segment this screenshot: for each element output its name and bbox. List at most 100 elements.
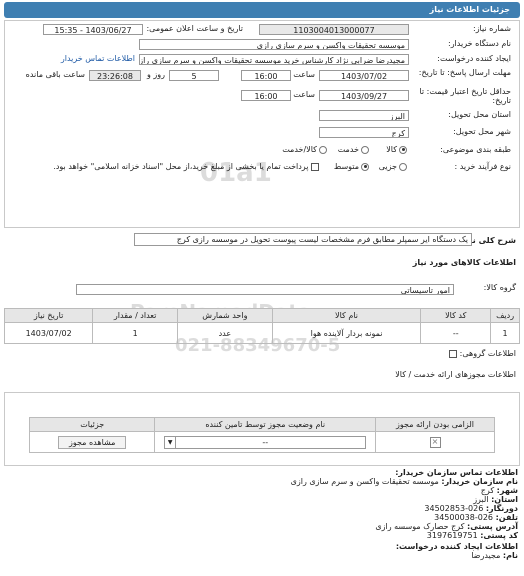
validity-time-field: 16:00 — [241, 90, 291, 101]
deadline-date-field: 1403/07/02 — [319, 70, 409, 81]
validity-label: حداقل تاریخ اعتبار قیمت: تا تاریخ: — [419, 87, 511, 105]
category-service-label: خدمت — [337, 145, 359, 154]
cell-required: × — [375, 431, 495, 453]
province-field: البرز — [319, 110, 409, 121]
category-goods-option[interactable]: کالا — [386, 144, 407, 156]
goods-table: ردیف کد کالا نام کالا واحد شمارش تعداد /… — [3, 308, 520, 344]
creator-contact-title: اطلاعات ایجاد کننده درخواست: — [395, 542, 518, 551]
buyer-contact-link[interactable]: اطلاعات تماس خریدار — [61, 53, 135, 65]
category-both-option[interactable]: کالا/خدمت — [282, 144, 327, 156]
view-permit-button[interactable]: مشاهده مجوز — [57, 435, 127, 449]
contact-province-value: البرز — [473, 495, 489, 504]
group-info-option[interactable]: اطلاعات گروهی: — [449, 348, 516, 360]
permits-section-title: اطلاعات مجوزهای ارائه خدمت / کالا — [395, 370, 516, 379]
permits-table-header: الزامی بودن ارائه مجوز نام وضعیت مجوز تو… — [28, 417, 495, 432]
deadline-label: مهلت ارسال پاسخ: تا تاریخ: — [418, 68, 511, 77]
checkbox-icon[interactable] — [449, 349, 458, 358]
chevron-down-icon[interactable]: ▼ — [165, 436, 177, 448]
permit-status-select[interactable]: -- ▼ — [164, 435, 367, 449]
permits-panel: الزامی بودن ارائه مجوز نام وضعیت مجوز تو… — [4, 392, 520, 466]
radio-icon[interactable] — [361, 145, 369, 154]
contact-province: استان: البرز — [473, 495, 518, 504]
page-header: جزئیات اطلاعات نیاز — [4, 2, 520, 18]
contact-address-label: آدرس پستی: — [467, 522, 518, 531]
announce-label: تاریخ و ساعت اعلان عمومی: — [146, 24, 243, 33]
buyer-contact-title: اطلاعات تماس سازمان خریدار: — [395, 468, 518, 477]
table-row: 1 -- نمونه بردار آلاینده هوا عدد 1 1403/… — [3, 322, 520, 344]
contact-org-label: نام سازمان خریدار: — [441, 477, 518, 486]
time-remaining-label: ساعت باقی مانده — [25, 70, 85, 79]
page: 01a1 ParsNamadData 021-88349670-5 جزئیات… — [0, 0, 524, 576]
cell-name: نمونه بردار آلاینده هوا — [271, 322, 422, 344]
announce-field: 1403/06/27 - 15:35 — [43, 24, 143, 35]
permit-status-value: -- — [262, 437, 269, 447]
cell-details: مشاهده مجوز — [28, 431, 156, 453]
deadline-time-label: ساعت — [293, 70, 315, 79]
contact-postal-value: 3197619751 — [426, 531, 478, 540]
contact-org: نام سازمان خریدار: موسسه تحقیقات واکسن و… — [291, 477, 518, 486]
permits-table: الزامی بودن ارائه مجوز نام وضعیت مجوز تو… — [28, 417, 495, 453]
col-required: الزامی بودن ارائه مجوز — [375, 417, 495, 432]
process-label: نوع فرآیند خرید : — [454, 162, 511, 171]
creator-name-label: نام: — [502, 551, 518, 560]
col-details: جزئیات — [28, 417, 156, 432]
contact-phone-value: 026-34500038 — [434, 513, 494, 522]
checkbox-icon[interactable] — [311, 162, 319, 171]
group-info-label: اطلاعات گروهی: — [459, 349, 516, 358]
validity-date-field: 1403/09/27 — [319, 90, 409, 101]
contact-fax-value: 026-34502853 — [424, 504, 484, 513]
goods-table-header: ردیف کد کالا نام کالا واحد شمارش تعداد /… — [3, 308, 520, 323]
radio-selected-icon[interactable] — [399, 145, 407, 154]
col-date: تاریخ نیاز — [3, 308, 94, 323]
contact-address-value: کرج حصارک موسسه رازی — [375, 522, 465, 531]
contact-phone-label: تلفن: — [495, 513, 518, 522]
process-medium-option[interactable]: متوسط — [334, 161, 369, 173]
contact-city-label: شهر: — [496, 486, 518, 495]
col-name: نام کالا — [271, 308, 422, 323]
process-medium-label: متوسط — [333, 162, 359, 171]
goods-group-label: گروه کالا: — [483, 283, 516, 292]
cell-date: 1403/07/02 — [3, 322, 94, 344]
buyer-field: موسسه تحقیقات واکسن و سرم سازی رازی — [139, 39, 409, 50]
radio-icon[interactable] — [399, 162, 407, 171]
need-details-panel: شماره نیاز: 1103004013000077 تاریخ و ساع… — [4, 20, 520, 228]
contact-phone: تلفن: 026-34500038 — [434, 513, 518, 522]
city-field: کرج — [319, 127, 409, 138]
buyer-label: نام دستگاه خریدار: — [448, 39, 511, 48]
col-code: کد کالا — [420, 308, 492, 323]
radio-selected-icon[interactable] — [361, 162, 369, 171]
days-remaining-field: 5 — [169, 70, 219, 81]
province-label: استان محل تحویل: — [448, 110, 511, 119]
cell-qty: 1 — [92, 322, 179, 344]
process-partial-option[interactable]: جزیی — [379, 161, 407, 173]
contact-city: شهر: کرج — [481, 486, 518, 495]
need-number-field: 1103004013000077 — [259, 24, 409, 35]
category-label: طبقه بندی موضوعی: — [440, 145, 511, 154]
contact-address: آدرس پستی: کرج حصارک موسسه رازی — [375, 522, 518, 531]
city-label: شهر محل تحویل: — [453, 127, 511, 136]
goods-section-title: اطلاعات کالاهای مورد نیاز — [412, 258, 516, 267]
payment-option[interactable]: پرداخت تمام یا بخشی از مبلغ خرید،از محل … — [53, 161, 319, 173]
goods-group-field: امور تاسیساتی — [76, 284, 454, 295]
radio-icon[interactable] — [319, 145, 327, 154]
creator-field: مجیدرضا ضرابی نژاد کارشناس خرید موسسه تح… — [139, 54, 409, 65]
validity-time-label: ساعت — [293, 90, 315, 99]
contact-city-value: کرج — [480, 486, 495, 495]
contact-postal: کد پستی: 3197619751 — [427, 531, 518, 540]
cell-row: 1 — [490, 322, 520, 344]
deadline-time-field: 16:00 — [241, 70, 291, 81]
contact-org-value: موسسه تحقیقات واکسن و سرم سازی رازی — [290, 477, 439, 486]
days-label: روز و — [147, 70, 165, 79]
col-qty: تعداد / مقدار — [92, 308, 179, 323]
contact-province-label: استان: — [491, 495, 518, 504]
creator-name: نام: مجیدرضا — [471, 551, 518, 560]
table-row: × -- ▼ مشاهده مجوز — [28, 431, 495, 453]
contact-fax-label: دورنگار: — [485, 504, 518, 513]
cell-code: -- — [420, 322, 492, 344]
cell-status: -- ▼ — [154, 431, 377, 453]
category-service-option[interactable]: خدمت — [338, 144, 369, 156]
contact-postal-label: کد پستی: — [480, 531, 518, 540]
process-partial-label: جزیی — [378, 162, 397, 171]
time-remaining-field: 23:26:08 — [89, 70, 141, 81]
col-status: نام وضعیت مجوز توسط تامین کننده — [154, 417, 377, 432]
